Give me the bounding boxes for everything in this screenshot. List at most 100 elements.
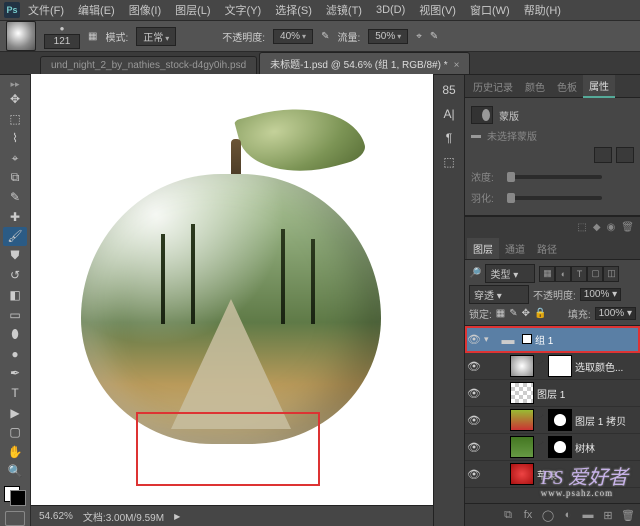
layer-selective-color[interactable]: 👁 ࿚ 选取颜色...: [465, 353, 640, 380]
link-layers-icon[interactable]: ⧉: [500, 509, 516, 522]
menu-3d[interactable]: 3D(D): [370, 2, 411, 18]
blend-mode-select[interactable]: 正常▾: [136, 27, 176, 46]
flow-input[interactable]: 50%▾: [368, 29, 408, 44]
prop-delete-icon[interactable]: 🗑: [621, 222, 634, 233]
group-toggle-icon[interactable]: ▾: [484, 334, 494, 345]
document-info[interactable]: 文档:3.00M/9.59M: [83, 509, 164, 524]
feather-slider[interactable]: [507, 196, 602, 200]
strip-3d-icon[interactable]: ⬚: [443, 155, 454, 169]
crop-tool[interactable]: ⧉: [3, 168, 27, 187]
menu-help[interactable]: 帮助(H): [518, 0, 567, 20]
mask-thumb[interactable]: [548, 355, 572, 377]
brush-tool-selected[interactable]: 🖌: [3, 227, 27, 246]
layer-1[interactable]: 👁 图层 1: [465, 380, 640, 407]
dodge-tool[interactable]: ●: [3, 345, 27, 364]
prop-load-icon[interactable]: ⬚: [577, 222, 586, 233]
lock-all-icon[interactable]: 🔒: [534, 308, 546, 319]
opacity-input[interactable]: 40%▾: [273, 29, 313, 44]
mask-type-icon[interactable]: [471, 106, 493, 124]
density-slider[interactable]: [507, 175, 602, 179]
filter-shape-icon[interactable]: ▢: [587, 266, 603, 282]
menu-file[interactable]: 文件(F): [22, 0, 70, 20]
healing-tool[interactable]: ✚: [3, 207, 27, 226]
type-tool[interactable]: T: [3, 384, 27, 403]
tab-properties-active[interactable]: 属性: [583, 75, 615, 98]
layer-opacity-input[interactable]: 100% ▾: [580, 288, 621, 301]
tab-paths[interactable]: 路径: [531, 238, 563, 259]
vector-mask-button[interactable]: [616, 147, 634, 163]
layer-thumb[interactable]: [510, 409, 534, 431]
background-color[interactable]: [10, 490, 26, 506]
pressure-opacity-icon[interactable]: ✎: [321, 31, 329, 42]
visibility-icon[interactable]: 👁: [467, 441, 481, 454]
menu-image[interactable]: 图像(I): [123, 0, 167, 20]
filter-adjust-icon[interactable]: ◐: [555, 266, 571, 282]
gradient-tool[interactable]: ▭: [3, 305, 27, 324]
blend-mode-layer-select[interactable]: 穿透 ▾: [469, 285, 529, 304]
layer-thumb[interactable]: [510, 463, 534, 485]
menu-edit[interactable]: 编辑(E): [72, 0, 121, 20]
prop-apply-icon[interactable]: ◆: [593, 222, 601, 233]
visibility-icon[interactable]: 👁: [467, 360, 481, 373]
brush-panel-toggle[interactable]: ▦: [88, 31, 97, 42]
new-layer-icon[interactable]: ⊞: [600, 509, 616, 522]
strip-character-icon[interactable]: A|: [443, 107, 454, 121]
menu-filter[interactable]: 滤镜(T): [320, 0, 368, 20]
path-select-tool[interactable]: ▶: [3, 403, 27, 422]
mask-thumb[interactable]: [548, 436, 572, 458]
close-tab-icon[interactable]: ×: [454, 60, 460, 71]
layer-name[interactable]: 苹果: [537, 467, 557, 482]
stamp-tool[interactable]: ⛊: [3, 247, 27, 266]
delete-layer-icon[interactable]: 🗑: [620, 509, 636, 522]
add-mask-icon[interactable]: ◯: [540, 509, 556, 522]
layer-apple[interactable]: 👁 苹果: [465, 461, 640, 488]
move-tool[interactable]: ✥: [3, 90, 27, 109]
lock-paint-icon[interactable]: ✎: [509, 308, 517, 319]
group-mask-thumb[interactable]: [522, 334, 532, 344]
pressure-size-icon[interactable]: ✎: [430, 31, 438, 42]
tab-history[interactable]: 历史记录: [467, 76, 519, 97]
marquee-tool[interactable]: ⬚: [3, 110, 27, 129]
document-canvas[interactable]: [31, 74, 433, 505]
history-brush-tool[interactable]: ↺: [3, 266, 27, 285]
tab-layers-active[interactable]: 图层: [467, 238, 499, 259]
quick-mask-toggle[interactable]: [5, 511, 25, 526]
new-group-icon[interactable]: ▬: [580, 509, 596, 521]
menu-select[interactable]: 选择(S): [269, 0, 318, 20]
lasso-tool[interactable]: ⌇: [3, 129, 27, 148]
menu-view[interactable]: 视图(V): [413, 0, 462, 20]
toolbox-grip[interactable]: ▸▸: [3, 79, 27, 87]
zoom-level[interactable]: 54.62%: [39, 511, 73, 522]
layer-thumb[interactable]: [510, 436, 534, 458]
filter-type-icon[interactable]: T: [571, 266, 587, 282]
filter-type-select[interactable]: 类型 ▾: [485, 264, 535, 283]
zoom-tool[interactable]: 🔍: [3, 462, 27, 481]
fill-input[interactable]: 100% ▾: [595, 307, 636, 320]
visibility-icon[interactable]: 👁: [467, 387, 481, 400]
layer-forest[interactable]: 👁 ࿚ 树林: [465, 434, 640, 461]
layer-name[interactable]: 图层 1 拷贝: [575, 413, 626, 428]
filter-icon[interactable]: 🔎: [469, 268, 481, 279]
link-icon[interactable]: ࿚: [537, 433, 545, 461]
brush-preview[interactable]: [6, 21, 36, 51]
tab-channels[interactable]: 通道: [499, 238, 531, 259]
hand-tool[interactable]: ✋: [3, 442, 27, 461]
strip-paragraph-icon[interactable]: ¶: [446, 131, 452, 145]
lock-trans-icon[interactable]: ▦: [496, 308, 505, 319]
brush-size-input[interactable]: 121: [44, 34, 80, 49]
lock-pos-icon[interactable]: ✥: [522, 308, 530, 319]
layer-name[interactable]: 选取颜色...: [575, 359, 623, 374]
link-icon[interactable]: ࿚: [537, 406, 545, 434]
menu-type[interactable]: 文字(Y): [219, 0, 268, 20]
eraser-tool[interactable]: ◧: [3, 286, 27, 305]
blur-tool[interactable]: ⬮: [3, 325, 27, 344]
visibility-icon[interactable]: 👁: [467, 414, 481, 427]
menu-layer[interactable]: 图层(L): [169, 0, 216, 20]
shape-tool[interactable]: ▢: [3, 423, 27, 442]
document-tab-2-active[interactable]: 未标题-1.psd @ 54.6% (组 1, RGB/8#) *×: [259, 52, 470, 74]
pixel-mask-button[interactable]: [594, 147, 612, 163]
tab-swatch[interactable]: 色板: [551, 76, 583, 97]
strip-color-icon[interactable]: 85: [442, 83, 455, 97]
document-tab-1[interactable]: und_night_2_by_nathies_stock-d4gy0ih.psd: [40, 56, 257, 74]
adjustment-thumb[interactable]: [510, 355, 534, 377]
